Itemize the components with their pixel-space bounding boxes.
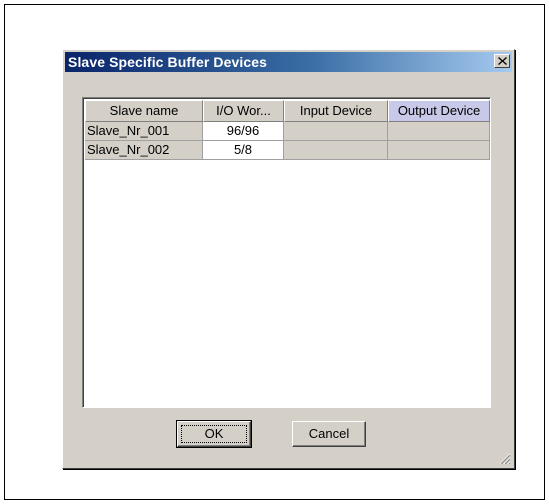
ok-button[interactable]: OK [176, 420, 252, 448]
cell-output-device[interactable] [388, 141, 490, 160]
column-header-output-device[interactable]: Output Device [388, 100, 490, 122]
cancel-button[interactable]: Cancel [292, 421, 366, 447]
column-header-io-words[interactable]: I/O Wor... [203, 100, 284, 122]
column-header-slave-name[interactable]: Slave name [85, 100, 203, 122]
cell-io-words[interactable]: 96/96 [203, 122, 284, 141]
cell-slave-name[interactable]: Slave_Nr_002 [85, 141, 203, 160]
cell-io-words[interactable]: 5/8 [203, 141, 284, 160]
slave-buffer-devices-dialog: Slave Specific Buffer Devices Slave name… [62, 49, 515, 469]
cell-slave-name[interactable]: Slave_Nr_001 [85, 122, 203, 141]
slave-table[interactable]: Slave name I/O Wor... Input Device Outpu… [82, 97, 491, 408]
close-icon [498, 57, 507, 65]
cell-output-device[interactable] [388, 122, 490, 141]
title-bar[interactable]: Slave Specific Buffer Devices [65, 52, 512, 72]
cell-input-device[interactable] [284, 141, 388, 160]
resize-grip-icon[interactable] [499, 453, 511, 465]
close-button[interactable] [494, 54, 510, 68]
dialog-title: Slave Specific Buffer Devices [68, 54, 267, 70]
ok-button-label: OK [181, 425, 247, 443]
cell-input-device[interactable] [284, 122, 388, 141]
column-header-input-device[interactable]: Input Device [284, 100, 388, 122]
screenshot-frame: Slave Specific Buffer Devices Slave name… [4, 4, 545, 500]
